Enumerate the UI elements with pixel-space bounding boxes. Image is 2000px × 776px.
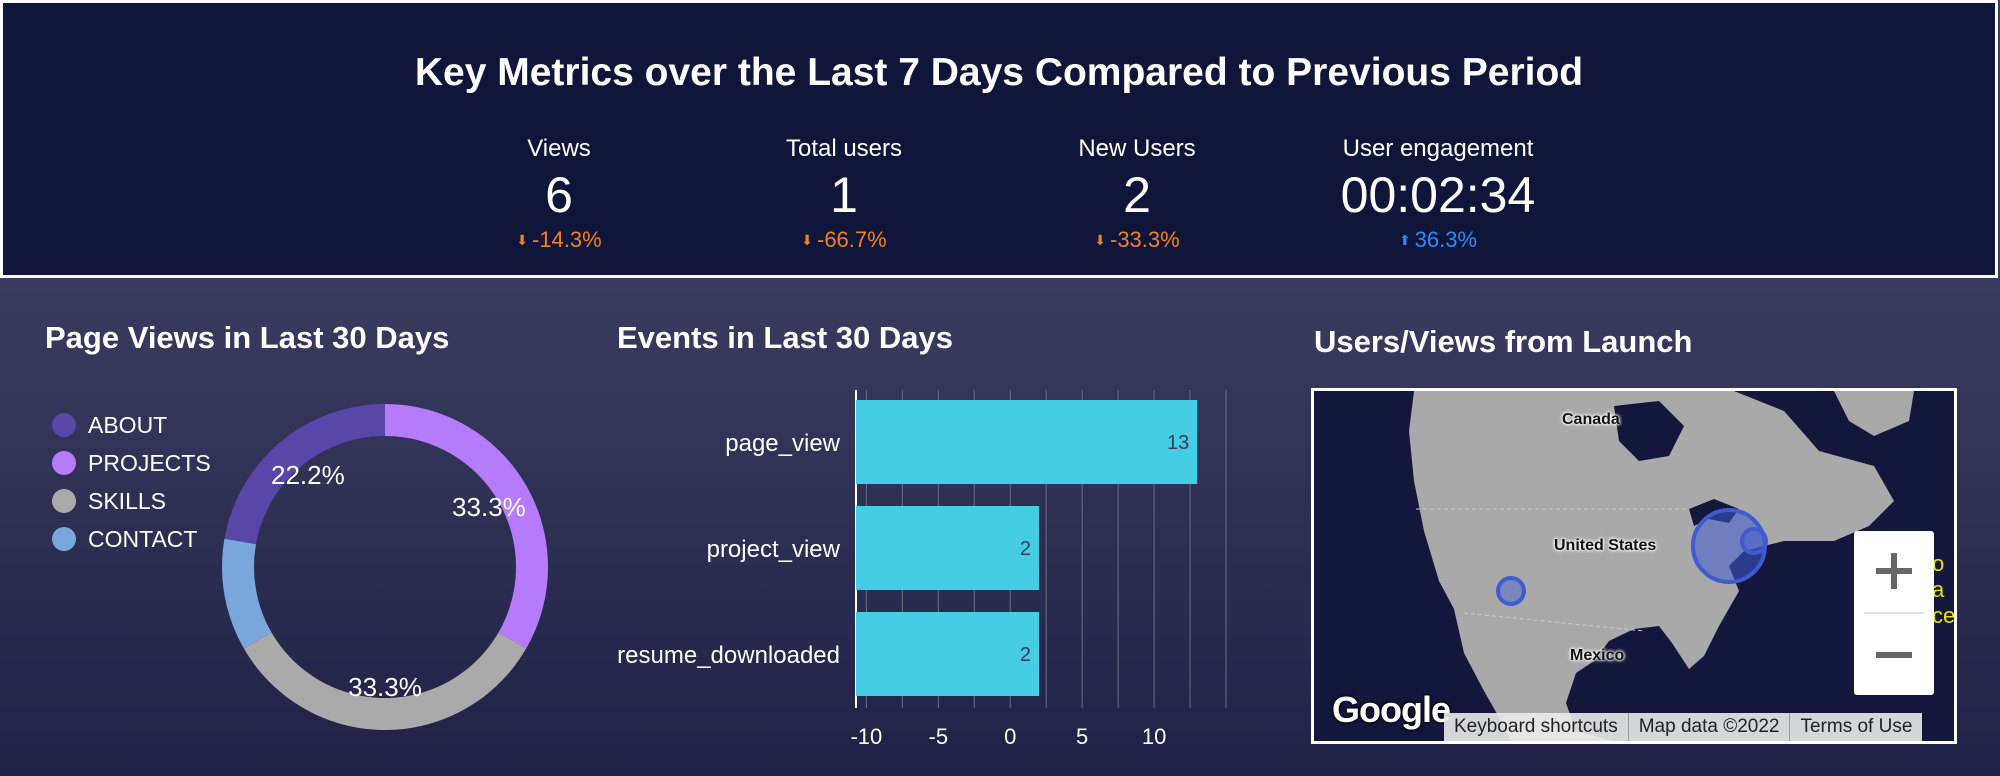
legend-item-contact[interactable]: CONTACT [52,520,211,558]
legend-swatch [52,451,76,475]
legend-swatch [52,413,76,437]
x-tick-label: -5 [929,724,949,749]
category-label: page_view [725,430,840,457]
arrow-down-icon: ⬇ [1094,232,1106,248]
donut-slice-projects[interactable] [347,402,550,650]
kpi-label: Total users [785,135,903,162]
kpi-delta: ⬇ -66.7% [801,227,887,252]
greenland-land [1834,391,1914,436]
x-tick-label: 10 [1142,724,1166,749]
bar-resume_downloaded[interactable] [856,612,1039,696]
donut-slice-label: 33.3% [348,672,422,702]
legend-swatch [52,489,76,513]
map-marker [1740,527,1768,555]
users-map[interactable]: Canada United States Mexico o a ce Googl… [1311,388,1957,744]
kpi-value: 1 [830,167,858,223]
kpi-value: 6 [545,167,573,223]
kpi-total-users: Total users 1 ⬇ -66.7% [694,135,994,253]
minus-icon [1876,652,1912,658]
category-label: project_view [707,536,841,563]
category-label: resume_downloaded [617,642,840,669]
key-metrics-panel: Key Metrics over the Last 7 Days Compare… [0,0,1998,278]
map-title: Users/Views from Launch [1314,324,1693,359]
bar-value-label: 2 [1020,644,1031,666]
kpi-views: Views 6 ⬇ -14.3% [409,135,709,253]
keyboard-shortcuts-link[interactable]: Keyboard shortcuts [1444,713,1629,741]
arrow-down-icon: ⬇ [516,232,528,248]
donut-slice-label: 33.3% [452,492,526,522]
kpi-delta: ⬆ 36.3% [1398,227,1478,252]
map-zoom-control [1854,531,1934,695]
map-footer: Keyboard shortcuts Map data ©2022 Terms … [1444,713,1923,741]
legend-label: PROJECTS [88,449,211,476]
google-logo[interactable]: Google [1332,689,1451,731]
kpi-value: 2 [1123,167,1151,223]
zoom-separator [1864,612,1924,614]
x-tick-label: 0 [1004,724,1016,749]
kpi-delta: ⬇ -14.3% [516,227,602,252]
zoom-out-button[interactable] [1854,615,1934,695]
arrow-down-icon: ⬇ [801,232,813,248]
events-title: Events in Last 30 Days [617,320,953,355]
bar-value-label: 13 [1167,432,1189,454]
legend-label: CONTACT [88,525,198,552]
page-views-donut-chart: 22.2% 33.3% 33.3% [220,402,550,732]
legend-label: ABOUT [88,411,168,438]
terms-of-use-link[interactable]: Terms of Use [1790,713,1922,741]
kpi-value: 00:02:34 [1340,167,1536,223]
legend-label: SKILLS [88,487,166,514]
map-marker [1496,576,1526,606]
arrow-up-icon: ⬆ [1398,232,1411,248]
x-tick-label: 5 [1076,724,1088,749]
donut-slice-contact[interactable] [220,538,286,653]
map-data-attribution: Map data ©2022 [1629,713,1791,741]
legend-swatch [52,527,76,551]
map-side-text-line: a [1932,577,1945,602]
map-side-text-line: o [1932,551,1945,576]
kpi-new-users: New Users 2 ⬇ -33.3% [987,135,1287,253]
bar-project_view[interactable] [856,506,1039,590]
kpi-label: Views [527,135,591,162]
zoom-in-button[interactable] [1854,531,1934,611]
x-tick-label: -10 [850,724,882,749]
bar-value-label: 2 [1020,538,1031,560]
map-side-text: o a ce [1932,551,1956,629]
legend-item-skills[interactable]: SKILLS [52,482,211,520]
bar-page_view[interactable] [856,400,1198,484]
plus-icon [1876,553,1912,589]
map-label-canada: Canada [1562,411,1620,428]
page-views-title: Page Views in Last 30 Days [45,320,450,355]
donut-slice-label: 22.2% [271,460,345,490]
kpi-label: User engagement [1342,135,1534,162]
kpi-label: New Users [1078,135,1196,162]
kpi-delta: ⬇ -33.3% [1094,227,1180,252]
map-label-us: United States [1554,537,1657,554]
key-metrics-title: Key Metrics over the Last 7 Days Compare… [414,51,1584,94]
map-side-text-line: ce [1932,603,1956,628]
legend-item-projects[interactable]: PROJECTS [52,444,211,482]
map-label-mexico: Mexico [1570,647,1625,664]
page-views-legend: ABOUT PROJECTS SKILLS CONTACT [52,406,211,558]
legend-item-about[interactable]: ABOUT [52,406,211,444]
kpi-user-engagement: User engagement 00:02:34 ⬆ 36.3% [1288,135,1588,253]
events-bar-chart: 13 page_view 2 project_view 2 resume_download… [617,390,1227,749]
charts-panel: Page Views in Last 30 Days ABOUT PROJECT… [0,282,2000,776]
donut-slice-skills[interactable] [234,589,528,732]
